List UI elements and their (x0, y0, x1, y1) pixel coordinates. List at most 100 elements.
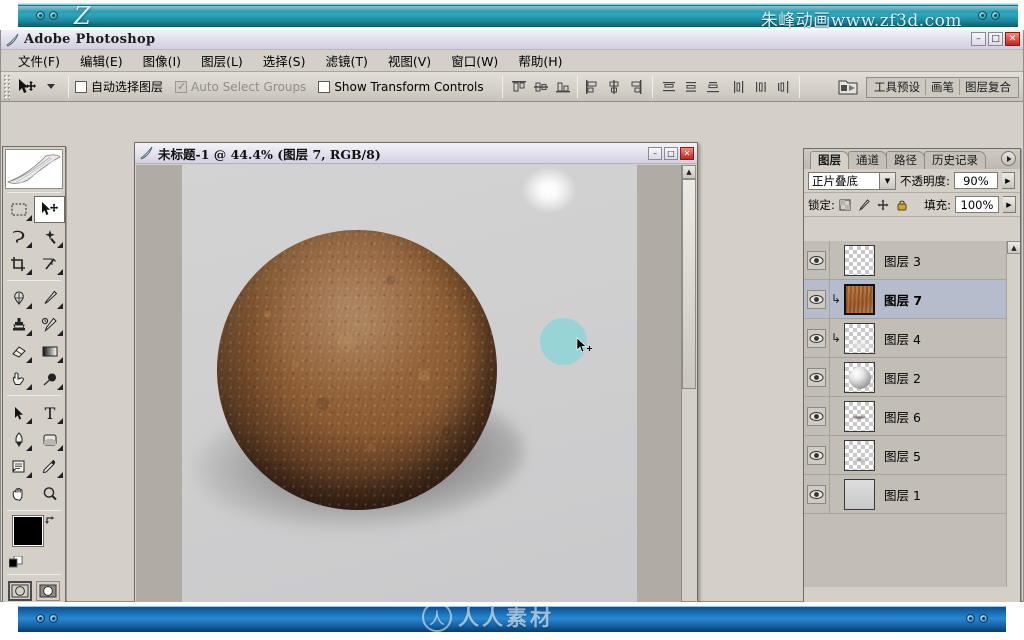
well-tab-layer-comps[interactable]: 图层复合 (960, 79, 1016, 95)
foreground-color-swatch[interactable] (13, 516, 43, 546)
document-minimize-button[interactable]: – (648, 146, 662, 160)
menu-select[interactable]: 选择(S) (254, 49, 315, 72)
fill-value[interactable]: 100% (955, 196, 999, 213)
layer-thumbnail[interactable] (844, 244, 875, 276)
auto-select-groups-checkbox[interactable] (175, 80, 188, 93)
layer-visibility-cell[interactable] (804, 436, 830, 474)
layer-name[interactable]: 图层 1 (884, 485, 921, 504)
history-brush-tool[interactable] (34, 311, 65, 338)
layer-name[interactable]: 图层 6 (884, 407, 921, 426)
eyedropper-tool[interactable] (34, 453, 65, 480)
pen-tool[interactable] (3, 426, 34, 453)
layer-name[interactable]: 图层 3 (884, 251, 921, 270)
layer-visibility-cell[interactable] (804, 397, 830, 435)
layer-name[interactable]: 图层 2 (884, 368, 921, 387)
eye-icon[interactable] (807, 328, 826, 348)
lock-all-icon[interactable] (896, 198, 909, 211)
blur-tool[interactable] (34, 365, 65, 392)
document-close-button[interactable]: ✕ (680, 146, 694, 160)
hand-tool[interactable] (3, 480, 34, 507)
eye-icon[interactable] (807, 484, 826, 504)
magic-wand-tool[interactable] (34, 223, 65, 250)
menu-edit[interactable]: 编辑(E) (71, 49, 132, 72)
lock-position-icon[interactable] (877, 198, 890, 211)
minimize-button[interactable]: – (971, 32, 986, 46)
opacity-stepper-arrow[interactable]: ▶ (1001, 172, 1015, 189)
menu-image[interactable]: 图像(I) (134, 49, 190, 72)
table-row[interactable]: 图层 1 (804, 475, 1020, 514)
layer-list-scrollbar[interactable]: ▲ (1006, 241, 1020, 587)
menu-file[interactable]: 文件(F) (9, 49, 69, 72)
menu-view[interactable]: 视图(V) (379, 49, 440, 72)
canvas-artboard[interactable] (182, 165, 637, 615)
rectangular-marquee-tool[interactable] (3, 196, 34, 223)
tab-layers[interactable]: 图层 (810, 151, 849, 169)
opacity-value[interactable]: 90% (953, 172, 998, 189)
tab-channels[interactable]: 通道 (848, 151, 887, 169)
table-row[interactable]: ↳ 图层 7 (804, 280, 1020, 319)
eraser-tool[interactable] (3, 338, 34, 365)
fill-stepper-arrow[interactable]: ▶ (1003, 196, 1016, 213)
layer-visibility-cell[interactable] (804, 241, 830, 279)
standard-mode-button[interactable] (8, 581, 32, 601)
well-tab-brushes[interactable]: 画笔 (926, 79, 960, 95)
slice-tool[interactable] (34, 250, 65, 277)
distribute-bottom-edges-icon[interactable] (703, 77, 723, 97)
document-titlebar[interactable]: 未标题-1 @ 44.4% (图层 7, RGB/8) – □ ✕ (135, 143, 697, 164)
eye-icon[interactable] (807, 367, 826, 387)
tab-history[interactable]: 历史记录 (924, 151, 986, 169)
align-vertical-centers-icon[interactable] (531, 77, 551, 97)
eye-icon[interactable] (807, 445, 826, 465)
layer-visibility-cell[interactable] (804, 475, 830, 513)
layer-thumbnail[interactable] (844, 478, 875, 510)
eye-icon[interactable] (807, 250, 826, 270)
menu-filter[interactable]: 滤镜(T) (316, 49, 376, 72)
align-right-edges-icon[interactable] (626, 77, 646, 97)
align-left-edges-icon[interactable] (582, 77, 602, 97)
menu-window[interactable]: 窗口(W) (442, 49, 507, 72)
distribute-left-edges-icon[interactable] (729, 77, 749, 97)
layer-name[interactable]: 图层 7 (884, 290, 922, 309)
distribute-top-edges-icon[interactable] (659, 77, 679, 97)
document-canvas[interactable] (136, 165, 683, 615)
align-bottom-edges-icon[interactable] (553, 77, 573, 97)
brush-tool[interactable] (34, 284, 65, 311)
lock-image-pixels-icon[interactable] (858, 198, 871, 211)
document-maximize-button[interactable]: □ (664, 146, 678, 160)
swap-colors-icon[interactable] (45, 514, 57, 526)
distribute-horizontal-centers-icon[interactable] (751, 77, 771, 97)
rectangle-shape-tool[interactable] (34, 426, 65, 453)
layer-visibility-cell[interactable] (804, 319, 830, 357)
layer-name[interactable]: 图层 5 (884, 446, 921, 465)
options-bar-grip[interactable] (3, 73, 10, 100)
type-tool[interactable]: T (34, 399, 65, 426)
distribute-right-edges-icon[interactable] (773, 77, 793, 97)
maximize-button[interactable]: □ (988, 32, 1003, 46)
menu-help[interactable]: 帮助(H) (509, 49, 571, 72)
move-tool-icon[interactable] (14, 75, 40, 99)
table-row[interactable]: 图层 3 (804, 241, 1020, 280)
scroll-up-arrow[interactable]: ▲ (682, 165, 696, 179)
lock-transparent-pixels-icon[interactable] (839, 198, 852, 211)
layer-thumbnail[interactable] (844, 283, 875, 315)
menu-layer[interactable]: 图层(L) (192, 49, 252, 72)
table-row[interactable]: ↳ 图层 4 (804, 319, 1020, 358)
align-top-edges-icon[interactable] (509, 77, 529, 97)
tab-paths[interactable]: 路径 (886, 151, 925, 169)
palette-menu-button[interactable] (1001, 151, 1016, 166)
distribute-vertical-centers-icon[interactable] (681, 77, 701, 97)
layer-visibility-cell[interactable] (804, 358, 830, 396)
layer-thumbnail[interactable] (844, 361, 875, 393)
default-colors-icon[interactable] (8, 555, 23, 570)
crop-tool[interactable] (3, 250, 34, 277)
well-tab-tool-presets[interactable]: 工具预设 (869, 79, 926, 95)
close-button[interactable]: ✕ (1005, 32, 1020, 46)
table-row[interactable]: 图层 2 (804, 358, 1020, 397)
eye-icon[interactable] (807, 289, 826, 309)
path-selection-tool[interactable] (3, 399, 34, 426)
quick-mask-mode-button[interactable] (36, 581, 60, 601)
canvas-vertical-scrollbar[interactable]: ▲ ▼ (681, 165, 696, 615)
table-row[interactable]: 图层 5 (804, 436, 1020, 475)
show-transform-controls-option[interactable]: Show Transform Controls (318, 80, 484, 94)
chevron-down-icon[interactable]: ▼ (879, 172, 895, 189)
